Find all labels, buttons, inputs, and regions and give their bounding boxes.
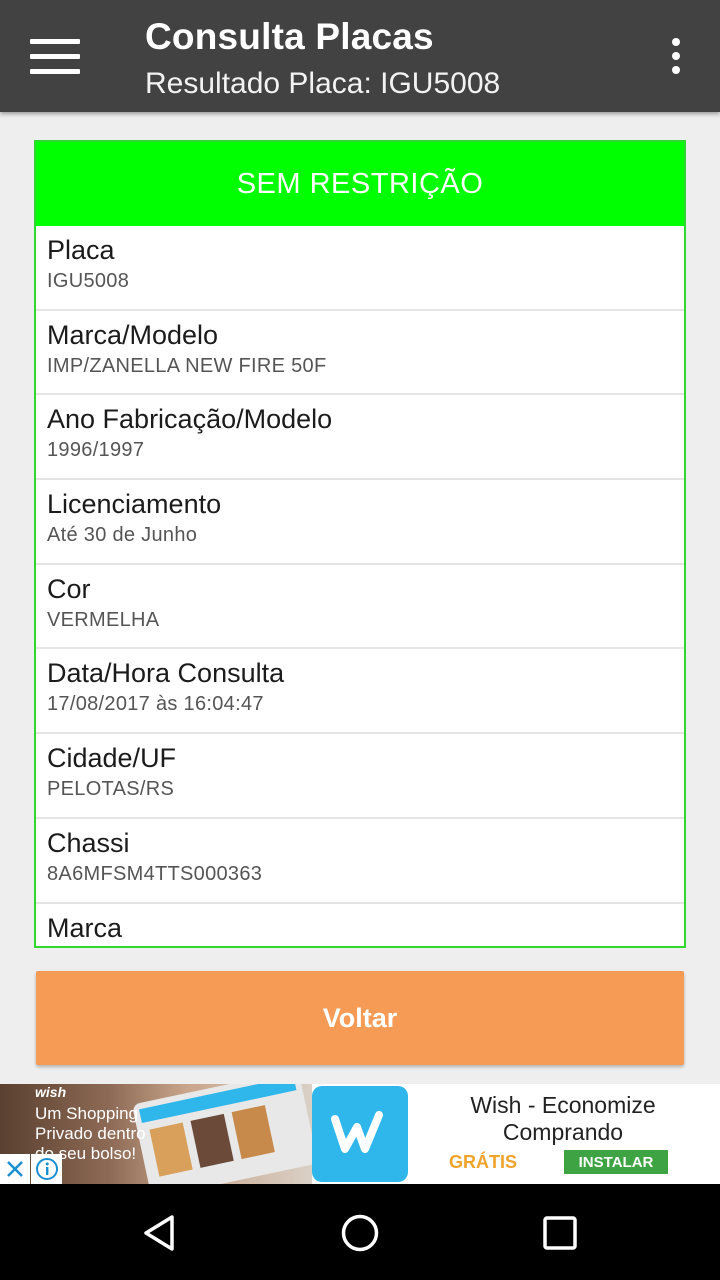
field-row-placa: Placa IGU5008 — [36, 226, 684, 311]
field-value: 17/08/2017 às 16:04:47 — [47, 693, 264, 716]
field-row-ano: Ano Fabricação/Modelo 1996/1997 — [36, 395, 684, 481]
field-row-data-hora: Data/Hora Consulta 17/08/2017 às 16:04:4… — [36, 649, 684, 735]
field-label: Data/Hora Consulta — [47, 658, 285, 689]
result-card: SEM RESTRIÇÃO Placa IGU5008 Marca/Modelo… — [34, 140, 686, 948]
field-label: Marca — [47, 912, 123, 943]
menu-icon[interactable] — [22, 28, 88, 84]
field-label: Licenciamento — [47, 489, 222, 520]
field-label: Marca/Modelo — [47, 319, 219, 350]
field-value: IMP/ZANELLA NEW FIRE 50F — [47, 354, 327, 377]
ad-banner[interactable]: wish Um Shopping Privado dentro do seu b… — [0, 1084, 720, 1184]
field-row-cidade-uf: Cidade/UF PELOTAS/RS — [36, 734, 684, 819]
back-button[interactable]: Voltar — [36, 971, 684, 1065]
field-value: 1996/1997 — [47, 439, 145, 462]
field-label: Chassi — [47, 827, 130, 858]
app-subtitle: Resultado Placa: IGU5008 — [145, 67, 501, 100]
nav-home-icon[interactable] — [335, 1208, 385, 1258]
field-value: Até 30 de Junho — [47, 524, 198, 547]
field-row-marca-modelo: Marca/Modelo IMP/ZANELLA NEW FIRE 50F — [36, 311, 684, 396]
nav-back-icon[interactable] — [135, 1208, 185, 1258]
field-value: 8A6MFSM4TTS000363 — [47, 862, 263, 885]
wish-logo-icon[interactable] — [312, 1086, 408, 1182]
field-label: Cidade/UF — [47, 743, 177, 774]
app-title: Consulta Placas — [145, 16, 434, 57]
close-icon[interactable] — [0, 1154, 30, 1184]
field-row-licenciamento: Licenciamento Até 30 de Junho — [36, 480, 684, 565]
ad-brand: wish — [35, 1084, 67, 1100]
field-value: PELOTAS/RS — [47, 778, 175, 801]
field-label: Ano Fabricação/Modelo — [47, 404, 333, 435]
info-icon[interactable] — [31, 1154, 62, 1184]
ad-install-button[interactable]: INSTALAR — [564, 1150, 668, 1174]
field-label: Cor — [47, 573, 91, 604]
nav-recents-icon[interactable] — [535, 1208, 585, 1258]
field-value: IGU5008 — [47, 270, 130, 292]
field-row-marca: Marca — [36, 904, 684, 947]
field-value: VERMELHA — [47, 608, 160, 631]
field-row-cor: Cor VERMELHA — [36, 565, 684, 650]
ad-price: GRÁTIS — [449, 1152, 518, 1172]
app-bar: Consulta Placas Resultado Placa: IGU5008 — [0, 0, 720, 112]
status-header: SEM RESTRIÇÃO — [36, 142, 684, 226]
field-row-chassi: Chassi 8A6MFSM4TTS000363 — [36, 819, 684, 904]
more-vert-icon[interactable] — [655, 32, 697, 80]
ad-title: Wish - Economize Comprando — [470, 1092, 656, 1145]
field-label: Placa — [47, 235, 115, 265]
system-nav-bar — [0, 1184, 720, 1280]
